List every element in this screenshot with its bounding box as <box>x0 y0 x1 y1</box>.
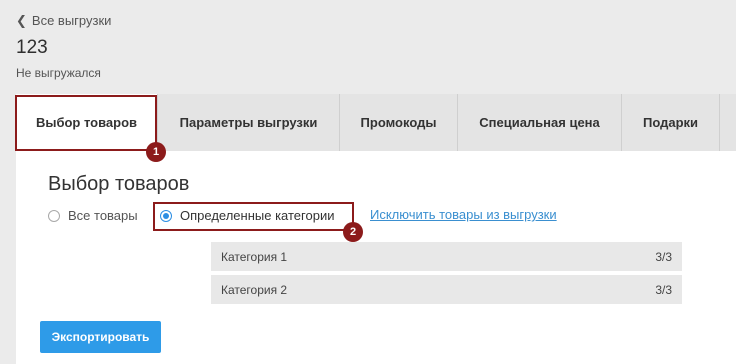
radio-all-products-label: Все товары <box>68 208 138 223</box>
back-to-all-exports-link[interactable]: ❮ Все выгрузки <box>16 13 111 28</box>
category-row[interactable]: Категория 2 3/3 <box>211 275 682 304</box>
annotation-badge-2: 2 <box>343 222 363 242</box>
tab-overflow[interactable] <box>720 94 736 151</box>
category-name: Категория 1 <box>221 249 288 264</box>
category-name: Категория 2 <box>221 282 288 297</box>
annotation-badge-1: 1 <box>146 142 166 162</box>
tab-special-price[interactable]: Специальная цена <box>458 94 622 151</box>
tab-product-selection[interactable]: Выбор товаров <box>16 94 158 151</box>
exclude-products-link[interactable]: Исключить товары из выгрузки <box>370 207 557 222</box>
back-link-label: Все выгрузки <box>31 13 112 28</box>
category-count: 3/3 <box>655 282 672 297</box>
radio-button-checked[interactable] <box>160 209 172 222</box>
chevron-left-icon: ❮ <box>16 13 27 28</box>
radio-specific-categories-label: Определенные категории <box>180 208 335 223</box>
tab-promocodes[interactable]: Промокоды <box>340 94 458 151</box>
tab-bar: Выбор товаров Параметры выгрузки Промоко… <box>16 94 736 151</box>
radio-specific-categories[interactable]: Определенные категории <box>160 208 334 223</box>
section-title: Выбор товаров <box>48 173 190 195</box>
category-count: 3/3 <box>655 249 672 264</box>
export-button[interactable]: Экспортировать <box>40 321 161 353</box>
page-title: 123 <box>16 37 48 58</box>
category-row[interactable]: Категория 1 3/3 <box>211 242 682 271</box>
tab-gifts[interactable]: Подарки <box>622 94 720 151</box>
radio-all-products[interactable]: Все товары <box>48 208 138 223</box>
radio-button[interactable] <box>48 209 60 222</box>
tab-export-params[interactable]: Параметры выгрузки <box>158 94 340 151</box>
export-status: Не выгружался <box>16 66 101 80</box>
